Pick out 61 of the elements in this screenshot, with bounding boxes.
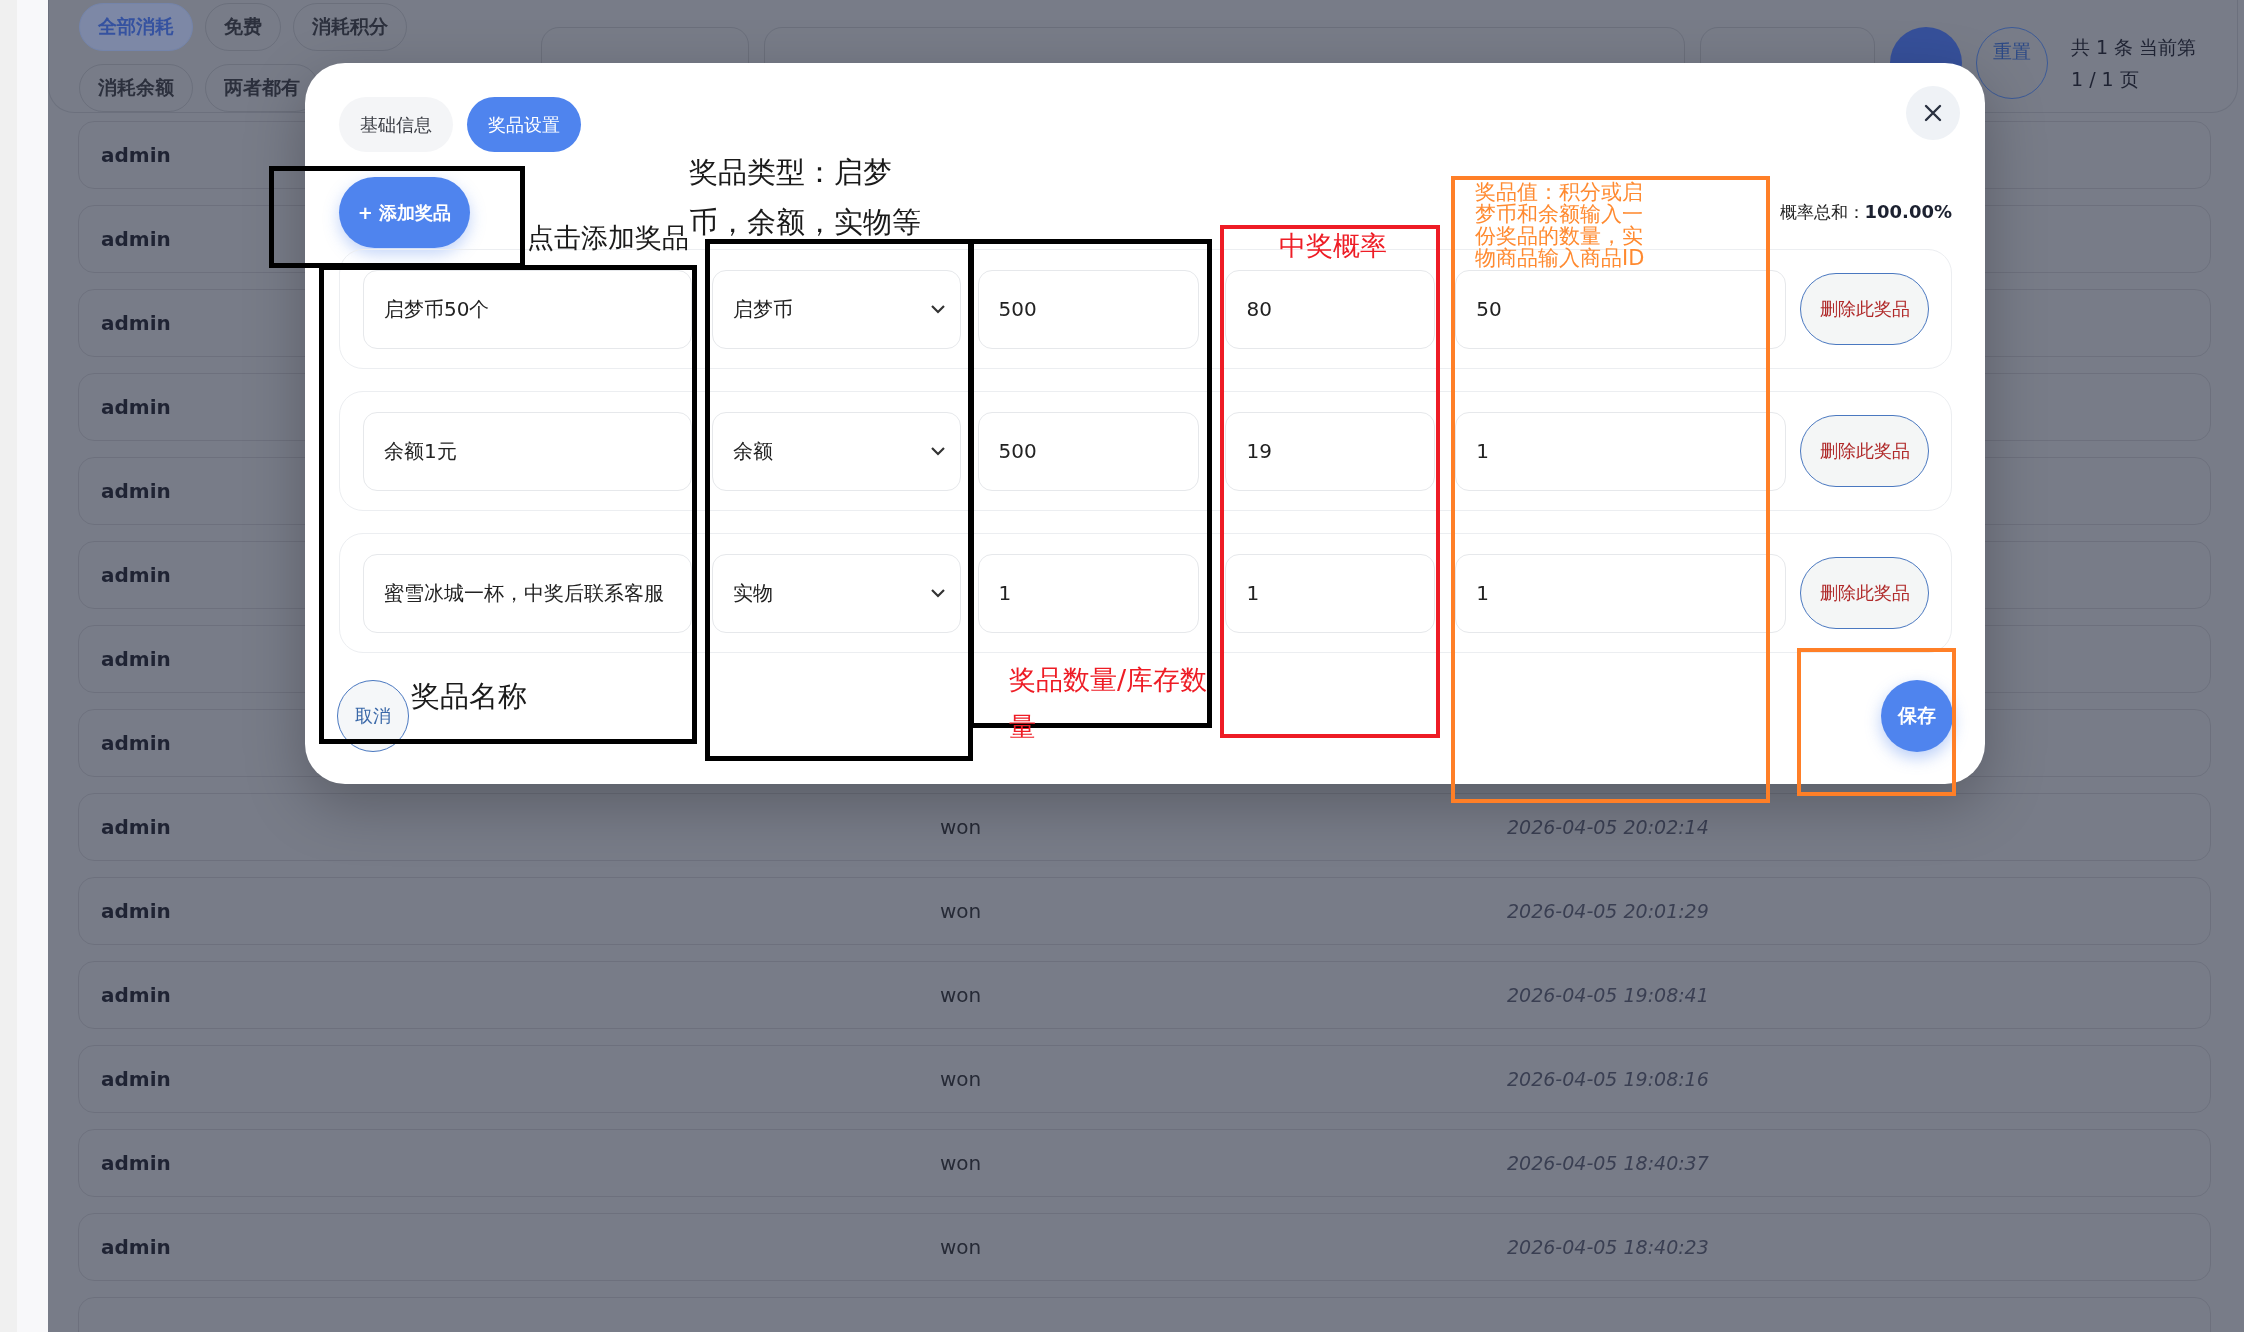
user-name: admin (101, 563, 171, 587)
delete-prize-button[interactable]: 删除此奖品 (1800, 415, 1929, 487)
probability-total-label: 概率总和： (1779, 201, 1865, 224)
chevron-down-icon (929, 304, 946, 314)
annotation-label: 奖品值：积分或启梦币和余额输入一份奖品的数量，实物商品输入商品ID (1475, 181, 1646, 269)
timestamp: 2026-04-05 19:08:16 (1507, 1068, 1709, 1090)
prize-type-select[interactable]: 启梦币 (711, 269, 961, 349)
user-name: admin (101, 143, 171, 167)
probability-field[interactable]: 19 (1225, 411, 1436, 491)
user-name: admin (101, 983, 171, 1007)
probability-field[interactable]: 80 (1225, 269, 1436, 349)
prize-value-field[interactable]: 50 (1455, 269, 1787, 349)
user-name: admin (101, 1235, 171, 1259)
annotation-label: 点击添加奖品 (527, 221, 689, 255)
user-name: admin (101, 899, 171, 923)
annotation-label: 中奖概率 (1279, 229, 1387, 263)
result-text: won (940, 983, 982, 1007)
timestamp: 2026-04-05 19:08:41 (1507, 984, 1709, 1006)
prize-type-select[interactable]: 实物 (711, 553, 961, 633)
delete-prize-button[interactable]: 删除此奖品 (1800, 273, 1929, 345)
result-text: won (940, 899, 982, 923)
timestamp: 2026-04-05 20:02:14 (1507, 816, 1709, 838)
result-text: won (940, 815, 982, 839)
cancel-button[interactable]: 取消 (337, 680, 409, 752)
prize-name-field[interactable]: 启梦币50个 (363, 269, 692, 349)
add-prize-button[interactable]: + 添加奖品 (339, 177, 470, 248)
user-name: admin (101, 731, 171, 755)
annotation-label: 奖品名称 (411, 678, 527, 715)
quantity-field[interactable]: 500 (977, 269, 1200, 349)
user-name: admin (101, 647, 171, 671)
quantity-field[interactable]: 1 (977, 553, 1200, 633)
user-name: admin (101, 815, 171, 839)
tab[interactable]: 基础信息 (339, 97, 453, 152)
user-name: admin (101, 227, 171, 251)
result-text: won (940, 1151, 982, 1175)
probability-field[interactable]: 1 (1225, 553, 1436, 633)
page-info: 共 1 条 当前第 1 / 1 页 (2071, 35, 2198, 92)
prize-name-field[interactable]: 蜜雪冰城一杯，中奖后联系客服 (363, 553, 692, 633)
timestamp: 2026-04-05 18:40:37 (1507, 1152, 1709, 1174)
result-text: won (940, 1235, 982, 1259)
annotation-label: 奖品类型：启梦币，余额，实物等 (689, 154, 922, 241)
timestamp: 2026-04-05 18:40:23 (1507, 1236, 1709, 1258)
user-name: admin (101, 311, 171, 335)
chevron-down-icon (929, 588, 946, 598)
user-name: admin (101, 1067, 171, 1091)
tab[interactable]: 奖品设置 (467, 97, 581, 152)
result-text: won (940, 1067, 982, 1091)
prize-value-field[interactable]: 1 (1455, 553, 1787, 633)
probability-total-value: 100.00% (1864, 201, 1952, 222)
prize-value-field[interactable]: 1 (1455, 411, 1787, 491)
user-name: admin (101, 479, 171, 503)
prize-name-field[interactable]: 余额1元 (363, 411, 692, 491)
quantity-field[interactable]: 500 (977, 411, 1200, 491)
chevron-down-icon (929, 446, 946, 456)
save-button[interactable]: 保存 (1881, 680, 1953, 752)
delete-prize-button[interactable]: 删除此奖品 (1800, 557, 1929, 629)
user-name: admin (101, 1151, 171, 1175)
timestamp: 2026-04-05 20:01:29 (1507, 900, 1709, 922)
user-name: admin (101, 395, 171, 419)
prize-type-select[interactable]: 余额 (711, 411, 961, 491)
close-icon (1923, 103, 1943, 123)
